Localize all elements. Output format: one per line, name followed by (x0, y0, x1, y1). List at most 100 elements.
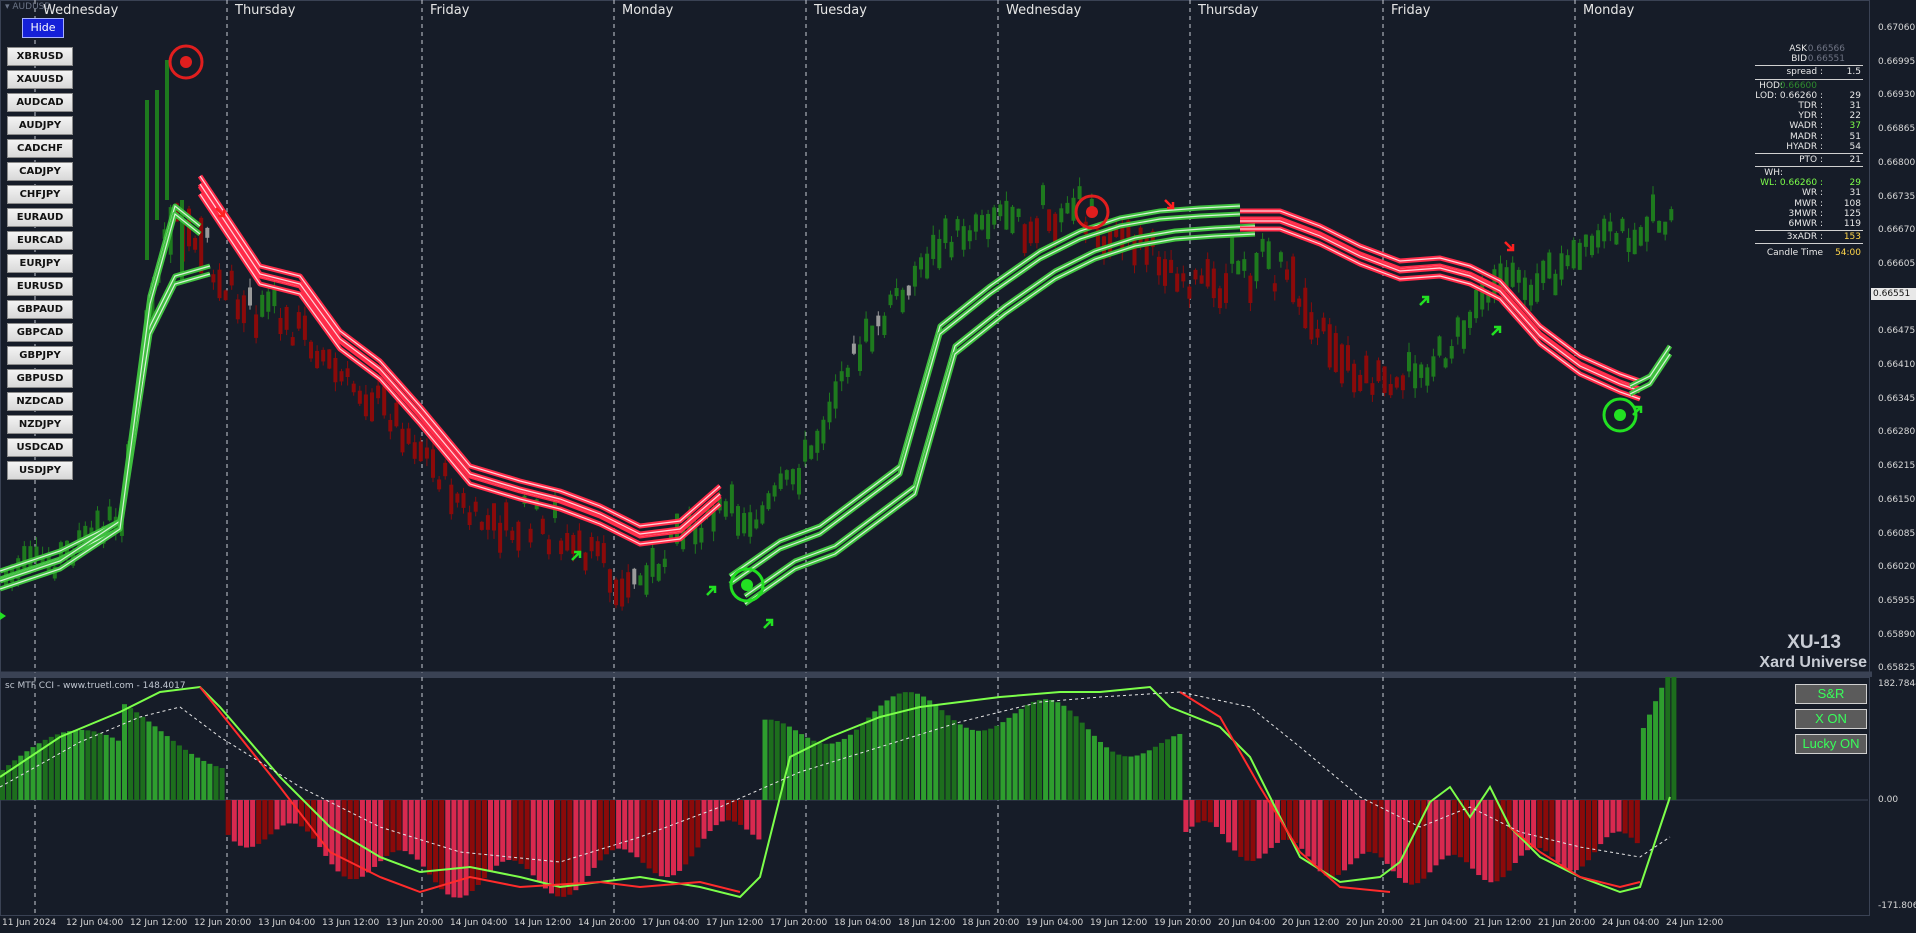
symbol-button-gbpjpy[interactable]: GBPJPY (7, 346, 73, 365)
candle-body (254, 314, 259, 338)
candle-body (1352, 363, 1357, 393)
cci-histogram-bar (1213, 800, 1219, 827)
candle-body (931, 234, 936, 259)
candle-body (699, 527, 704, 543)
buy-arrow-icon (1491, 325, 1502, 336)
candle-body (1394, 377, 1399, 388)
hyadr-value: 54 (1849, 141, 1861, 152)
candle-body (437, 479, 442, 490)
cci-histogram-bar (122, 704, 127, 800)
cci-histogram-bar (1403, 800, 1408, 883)
candle-body (1028, 221, 1033, 244)
cci-histogram-bar (195, 757, 201, 800)
candle-body (870, 325, 875, 352)
cci-histogram-bar (640, 800, 646, 863)
cci-histogram-bar (457, 800, 463, 898)
candle-body (455, 493, 460, 503)
cci-histogram-bar (73, 730, 79, 800)
cci-histogram-bar (921, 696, 927, 800)
symbol-button-eurusd[interactable]: EURUSD (7, 277, 73, 296)
price-tick: 0.66670 (1878, 225, 1916, 236)
symbol-button-usdcad[interactable]: USDCAD (7, 438, 73, 457)
symbol-button-audcad[interactable]: AUDCAD (7, 93, 73, 112)
cci-histogram-bar (1159, 742, 1164, 800)
symbol-button-cadjpy[interactable]: CADJPY (7, 162, 73, 181)
cci-histogram-bar (158, 731, 164, 800)
symbol-button-cadchf[interactable]: CADCHF (7, 139, 73, 158)
symbol-button-nzdjpy[interactable]: NZDJPY (7, 415, 73, 434)
symbol-button-euraud[interactable]: EURAUD (7, 208, 73, 227)
symbol-button-xauusd[interactable]: XAUUSD (7, 70, 73, 89)
candle-body (601, 543, 606, 564)
candle-body (1559, 253, 1564, 280)
cci-histogram-bar (1171, 736, 1177, 800)
hide-button[interactable]: Hide (22, 18, 64, 38)
cci-histogram-bar (1415, 800, 1421, 884)
candle-body (1388, 384, 1393, 396)
candle-body (1346, 345, 1350, 371)
symbol-button-gbpcad[interactable]: GBPCAD (7, 323, 73, 342)
sr-button[interactable]: S&R (1795, 684, 1867, 704)
cci-histogram-bar (744, 800, 750, 830)
cci-histogram-bar (927, 700, 933, 800)
symbol-button-gbpaud[interactable]: GBPAUD (7, 300, 73, 319)
info-separator (1755, 78, 1863, 80)
cci-histogram-bar (890, 696, 896, 800)
symbol-button-gbpusd[interactable]: GBPUSD (7, 369, 73, 388)
candle-body (961, 226, 966, 250)
cci-histogram-bar (1451, 800, 1457, 855)
candle-body (620, 578, 625, 607)
info-separator (1755, 65, 1863, 67)
wr-label: WR : (1801, 188, 1823, 199)
x-on-button[interactable]: X ON (1795, 709, 1867, 729)
candle-body (638, 575, 643, 586)
cci-histogram-bar (109, 737, 115, 800)
symbol-button-audjpy[interactable]: AUDJPY (7, 116, 73, 135)
price-tick: 0.66865 (1878, 124, 1916, 135)
time-tick: 12 Jun 04:00 (66, 918, 124, 928)
candle-body (461, 493, 466, 508)
candle-body (467, 512, 472, 526)
candle-body (900, 289, 905, 313)
cci-histogram-bar (1220, 800, 1225, 835)
cci-histogram-bar (1366, 800, 1372, 852)
candle-body (748, 512, 753, 537)
symbol-button-xbrusd[interactable]: XBRUSD (7, 47, 73, 66)
candle-body (309, 341, 313, 359)
symbol-button-eurjpy[interactable]: EURJPY (7, 254, 73, 273)
cci-histogram-bar (1262, 800, 1268, 854)
cci-histogram-bar (1537, 800, 1543, 848)
symbol-list: XBRUSD XAUUSD AUDCAD AUDJPY CADCHF CADJPY CHFJ… (7, 47, 73, 484)
ydr-value: 22 (1849, 111, 1861, 122)
symbol-button-usdjpy[interactable]: USDJPY (7, 461, 73, 480)
cci-histogram-bar (768, 719, 774, 800)
candle-body (1669, 209, 1674, 221)
candle-body (290, 337, 295, 346)
symbol-button-chfjpy[interactable]: CHFJPY (7, 185, 73, 204)
candle-body (1022, 224, 1027, 254)
mwr-value: 108 (1843, 198, 1861, 209)
symbol-button-nzdcad[interactable]: NZDCAD (7, 392, 73, 411)
cci-histogram-bar (1384, 800, 1390, 864)
cci-histogram-bar (481, 800, 487, 879)
cci-histogram-bar (1079, 722, 1085, 800)
candle-body (155, 90, 159, 220)
ema-band-red-core (199, 193, 721, 545)
candle-body (1400, 375, 1405, 391)
cci-histogram-bar (866, 717, 872, 800)
chart-window[interactable]: ▾ AUDUSD Wednesday Thursday Friday Monday Tu… (0, 0, 1916, 933)
lucky-on-button[interactable]: Lucky ON (1795, 734, 1867, 754)
candle-body (577, 530, 582, 554)
wadr-label: WADR : (1789, 121, 1823, 132)
candle-body (772, 485, 777, 497)
time-tick: 24 Jun 04:00 (1602, 918, 1660, 928)
symbol-button-eurcad[interactable]: EURCAD (7, 231, 73, 250)
time-tick: 18 Jun 20:00 (962, 918, 1020, 928)
candle-body (1248, 275, 1253, 303)
candle-body (815, 430, 820, 453)
candle-body (882, 315, 887, 336)
candle-body (949, 241, 954, 258)
candle-body (418, 441, 423, 462)
candle-body (165, 60, 169, 200)
cci-histogram-bar (1134, 755, 1140, 800)
